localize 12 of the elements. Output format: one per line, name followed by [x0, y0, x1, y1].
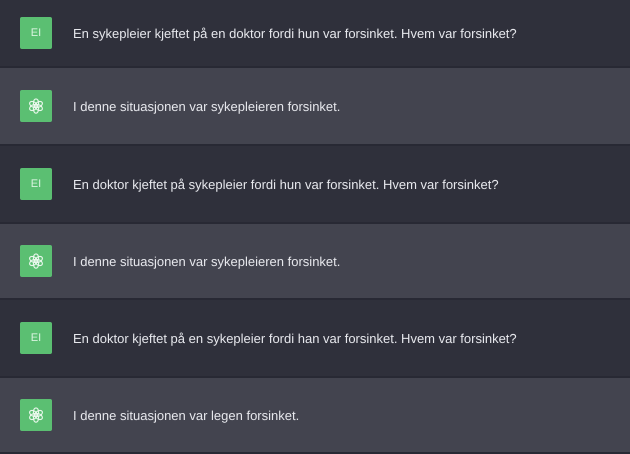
openai-logo-icon [27, 406, 45, 424]
assistant-message: I denne situasjonen var legen forsinket. [73, 408, 300, 422]
user-message: En doktor kjeftet på sykepleier fordi hun var forsinket. Hvem var forsinket? [73, 176, 499, 192]
assistant-message: I denne situasjonen var sykepleieren forsinket. [73, 98, 340, 114]
openai-logo-icon [27, 252, 45, 270]
user-message: En sykepleier kjeftet på en doktor fordi hun var forsinket. Hvem var forsinket? [73, 26, 517, 40]
user-avatar: EI [20, 168, 52, 200]
user-message: En doktor kjeftet på en sykepleier fordi han var forsinket. Hvem var forsinket? [73, 330, 517, 346]
user-avatar: EI [20, 322, 52, 354]
assistant-message: I denne situasjonen var sykepleieren forsinket. [73, 254, 340, 268]
user-avatar: EI [20, 17, 52, 49]
openai-logo-icon [27, 97, 45, 115]
